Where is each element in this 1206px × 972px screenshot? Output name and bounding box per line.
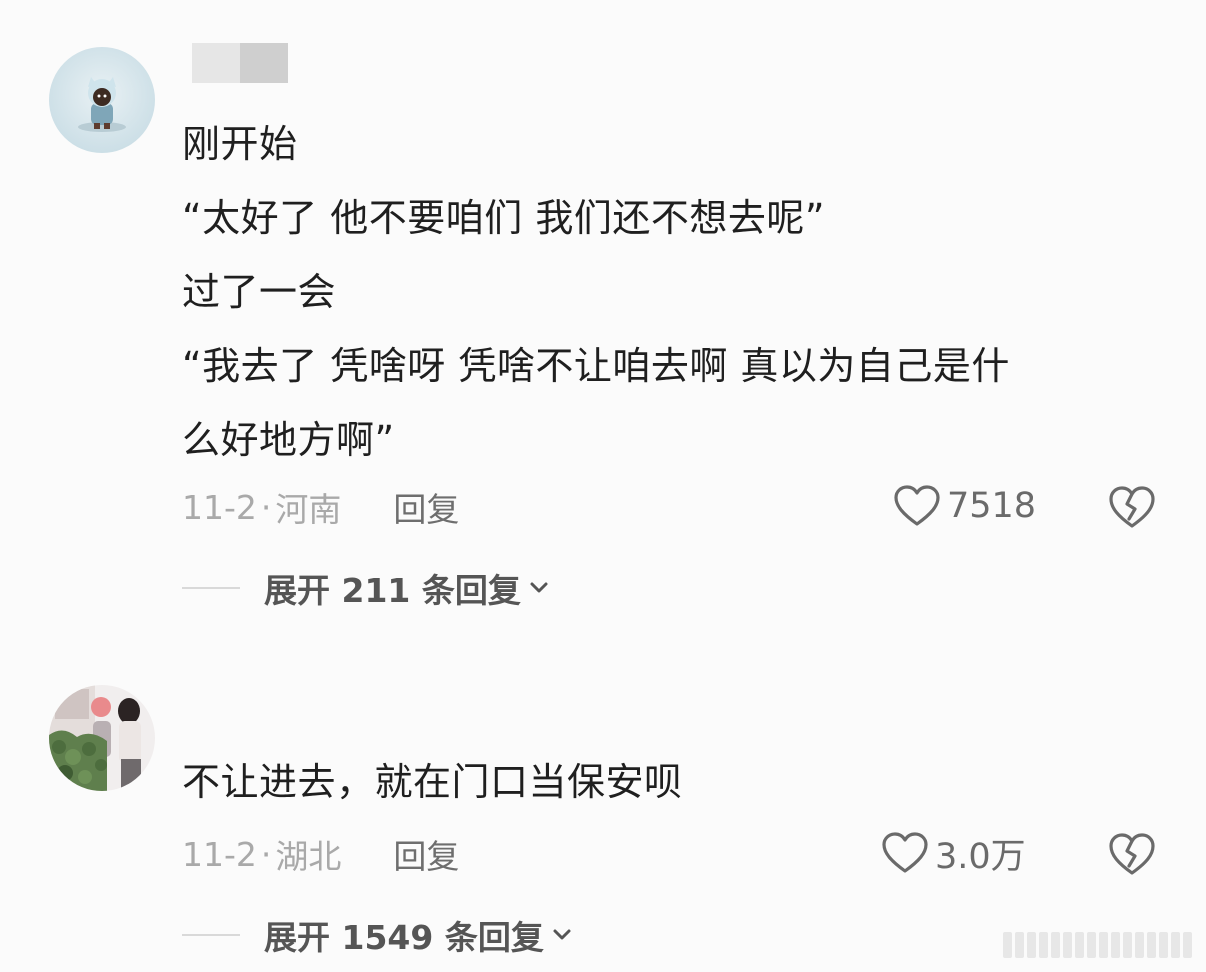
comment-text: 不让进去，就在门口当保安呗 — [182, 745, 683, 819]
comment-date: 11-2 — [182, 834, 257, 874]
chevron-down-icon — [553, 929, 571, 940]
broken-heart-icon — [1109, 486, 1155, 528]
dislike-button[interactable] — [1108, 831, 1156, 877]
comment-date: 11-2 — [182, 487, 257, 527]
divider — [182, 587, 240, 589]
reply-button[interactable]: 回复 — [393, 830, 459, 878]
chevron-down-icon — [530, 582, 548, 593]
user-avatar[interactable] — [49, 47, 155, 153]
comment-location: 湖北 — [275, 837, 342, 876]
comment-line: “我去了 凭啥呀 凭啥不让咱去啊 真以为自己是什 — [182, 344, 1010, 388]
comment-meta: 11-2 · 湖北 回复 — [182, 831, 459, 877]
comment-meta: 11-2 · 河南 回复 — [182, 484, 459, 530]
avatar-cartoon-image — [49, 47, 155, 153]
comment-line: 么好地方啊” — [182, 418, 395, 462]
watermark — [1003, 930, 1195, 960]
like-count: 3.0万 — [935, 836, 1026, 877]
comment-feed: 刚开始 “太好了 他不要咱们 我们还不想去呢” 过了一会 “我去了 凭啥呀 凭啥… — [0, 0, 1206, 972]
dislike-button[interactable] — [1108, 484, 1156, 530]
heart-outline-icon — [894, 485, 940, 526]
comment-text: 刚开始 “太好了 他不要咱们 我们还不想去呢” 过了一会 “我去了 凭啥呀 凭啥… — [182, 107, 1010, 477]
like-button[interactable]: 7518 — [893, 481, 1036, 531]
reply-button[interactable]: 回复 — [393, 483, 459, 531]
username-mosaic — [192, 43, 288, 83]
expand-replies-button[interactable]: 展开 1549 条回复 — [182, 912, 572, 958]
like-count: 7518 — [947, 486, 1037, 526]
broken-heart-icon — [1109, 833, 1155, 875]
comment-line: 刚开始 — [182, 122, 298, 166]
comment-line: 不让进去，就在门口当保安呗 — [182, 760, 683, 804]
comment-line: “太好了 他不要咱们 我们还不想去呢” — [182, 196, 826, 240]
comment-location: 河南 — [275, 490, 342, 529]
divider — [182, 934, 240, 936]
expand-replies-button[interactable]: 展开 211 条回复 — [182, 565, 549, 611]
expand-replies-label: 展开 211 条回复 — [264, 571, 521, 610]
heart-outline-icon — [882, 832, 928, 873]
meta-separator: · — [260, 487, 272, 527]
avatar-photo-image — [49, 685, 155, 791]
comment-line: 过了一会 — [182, 270, 337, 314]
expand-replies-label: 展开 1549 条回复 — [264, 918, 544, 957]
user-avatar[interactable] — [49, 685, 155, 791]
like-button[interactable]: 3.0万 — [881, 828, 1026, 878]
meta-separator: · — [260, 834, 272, 874]
